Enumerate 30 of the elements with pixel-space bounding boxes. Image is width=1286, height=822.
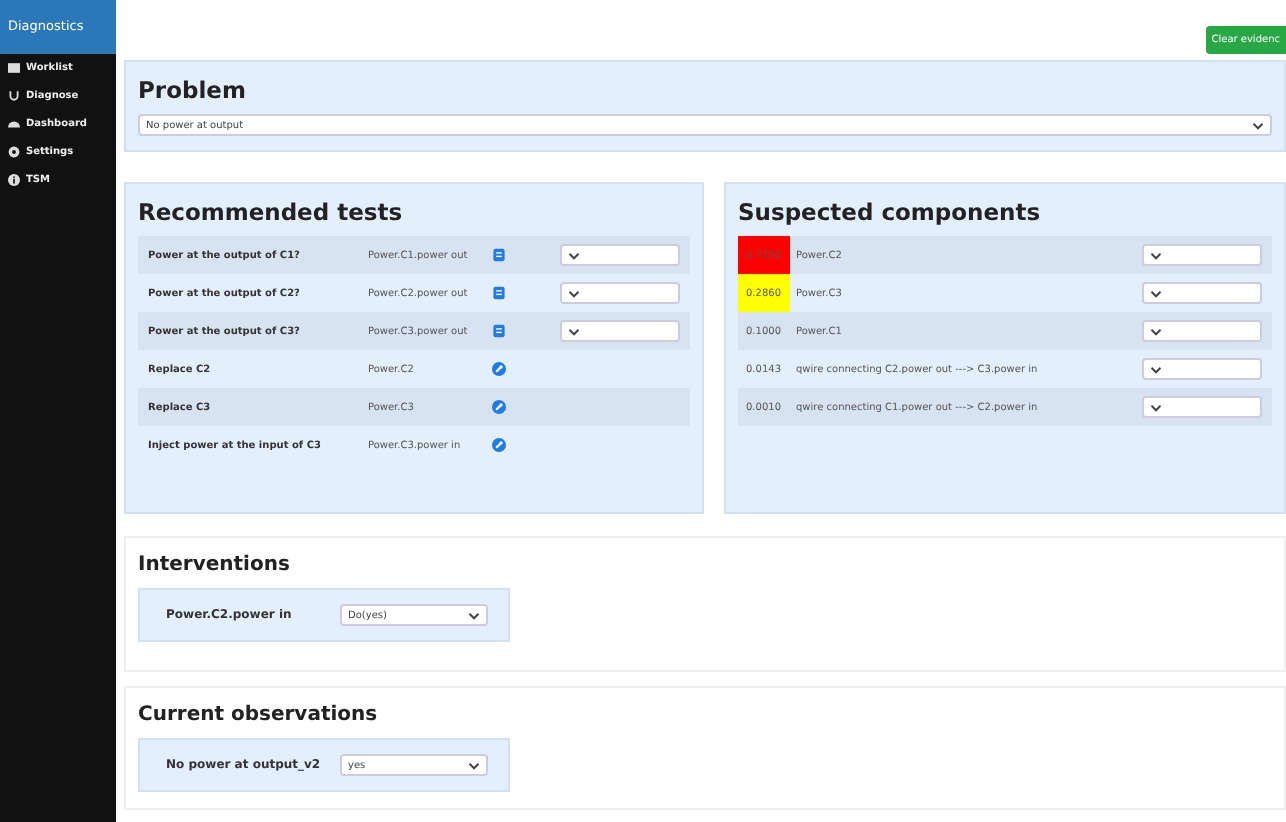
component-select[interactable]: [1142, 358, 1262, 380]
gauge-icon: [8, 118, 20, 130]
component-select[interactable]: [1142, 282, 1262, 304]
component-select[interactable]: [1142, 244, 1262, 266]
section-title: Suspected components: [738, 198, 1043, 226]
answer-select[interactable]: [560, 282, 680, 304]
caret-icon: [1252, 121, 1264, 129]
section-title: Current observations: [138, 704, 380, 726]
settings-icon: [8, 146, 20, 158]
caret-icon: [1150, 289, 1162, 297]
caret-icon: [568, 289, 580, 297]
info-icon: [8, 174, 20, 186]
component-select[interactable]: [1142, 320, 1262, 342]
caret-icon: [568, 327, 580, 335]
caret-icon: [1150, 251, 1162, 259]
caret-icon: [1150, 403, 1162, 411]
answer-select[interactable]: [560, 320, 680, 342]
caret-icon: [468, 611, 480, 619]
section-title: Problem: [138, 76, 248, 104]
section-title: Interventions: [138, 554, 292, 576]
section-title: Recommended tests: [138, 198, 405, 226]
component-select[interactable]: [1142, 396, 1262, 418]
clipboard-icon[interactable]: [492, 324, 506, 338]
caret-icon: [1150, 327, 1162, 335]
caret-icon: [1150, 365, 1162, 373]
clipboard-icon[interactable]: [492, 286, 506, 300]
caret-icon: [468, 761, 480, 769]
answer-select[interactable]: [560, 244, 680, 266]
clipboard-icon[interactable]: [492, 248, 506, 262]
caret-icon: [568, 251, 580, 259]
